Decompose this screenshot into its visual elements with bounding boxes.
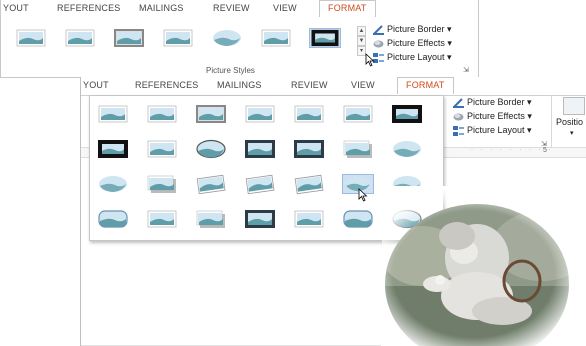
ribbon-tab-bar: YOUT REFERENCES MAILINGS REVIEW VIEW FOR… xyxy=(1,0,478,21)
picture-style-option[interactable] xyxy=(97,209,129,229)
gallery-scroll-up[interactable]: ▲ xyxy=(357,26,366,36)
picture-style-option[interactable] xyxy=(293,104,325,124)
picture-style-option[interactable] xyxy=(391,139,423,159)
picture-styles-label: Picture Styles xyxy=(206,66,255,75)
picture-style-option[interactable] xyxy=(162,28,194,48)
picture-effects-icon xyxy=(373,39,384,49)
picture-style-option[interactable] xyxy=(342,209,374,229)
dialog-launcher-icon[interactable]: ⇲ xyxy=(463,66,469,74)
tab-references[interactable]: REFERENCES xyxy=(135,80,199,90)
picture-style-option[interactable] xyxy=(97,104,129,124)
picture-style-option[interactable] xyxy=(146,139,178,159)
tab-view[interactable]: VIEW xyxy=(351,80,375,90)
picture-style-option[interactable] xyxy=(244,104,276,124)
picture-style-option[interactable] xyxy=(244,209,276,229)
picture-effects-button[interactable]: Picture Effects ▾ xyxy=(373,38,452,49)
picture-effects-label: Picture Effects xyxy=(467,111,525,121)
picture-style-option[interactable] xyxy=(293,209,325,229)
mouse-pointer-icon xyxy=(358,188,368,202)
tab-review[interactable]: REVIEW xyxy=(291,80,328,90)
picture-style-option[interactable] xyxy=(342,104,374,124)
picture-style-option[interactable] xyxy=(97,139,129,159)
picture-border-label: Picture Border xyxy=(387,24,445,34)
picture-style-option[interactable] xyxy=(113,28,145,48)
tab-layout[interactable]: YOUT xyxy=(3,3,29,13)
tab-format[interactable]: FORMAT xyxy=(397,77,454,94)
picture-effects-button-front[interactable]: Picture Effects ▾ xyxy=(453,111,532,122)
picture-border-button[interactable]: Picture Border ▾ xyxy=(373,24,452,35)
tab-format[interactable]: FORMAT xyxy=(319,0,376,17)
position-icon xyxy=(563,97,585,115)
picture-effects-label: Picture Effects xyxy=(387,38,445,48)
picture-style-option[interactable] xyxy=(195,139,227,159)
tab-layout[interactable]: YOUT xyxy=(83,80,109,90)
mouse-pointer-icon xyxy=(365,53,375,67)
picture-style-option[interactable] xyxy=(64,28,96,48)
picture-style-option[interactable] xyxy=(293,174,325,194)
group-divider xyxy=(551,95,552,147)
picture-style-option[interactable] xyxy=(309,28,341,48)
picture-style-option[interactable] xyxy=(15,28,47,48)
picture-layout-button-front[interactable]: Picture Layout ▾ xyxy=(453,125,532,136)
ribbon-window-back: YOUT REFERENCES MAILINGS REVIEW VIEW FOR… xyxy=(0,0,479,78)
picture-layout-label: Picture Layout xyxy=(467,125,525,135)
picture-style-option[interactable] xyxy=(146,174,178,194)
picture-border-icon xyxy=(373,24,384,35)
picture-style-option[interactable] xyxy=(260,28,292,48)
tab-mailings[interactable]: MAILINGS xyxy=(139,3,184,13)
tab-view[interactable]: VIEW xyxy=(273,3,297,13)
picture-style-option[interactable] xyxy=(391,104,423,124)
picture-style-option[interactable] xyxy=(244,139,276,159)
picture-style-option[interactable] xyxy=(195,104,227,124)
picture-style-option[interactable] xyxy=(342,139,374,159)
picture-styles-group: ▲ ▼ ▾ Picture Border ▾ Picture Effects ▾… xyxy=(1,20,478,77)
picture-style-option[interactable] xyxy=(195,174,227,194)
picture-style-option[interactable] xyxy=(146,104,178,124)
ruler-mark: 5 xyxy=(543,147,547,154)
picture-style-option[interactable] xyxy=(293,139,325,159)
tab-review[interactable]: REVIEW xyxy=(213,3,250,13)
picture-layout-button[interactable]: Picture Layout ▾ xyxy=(373,52,452,63)
cherub-statue-photo[interactable] xyxy=(382,186,586,346)
picture-layout-icon xyxy=(453,125,464,136)
picture-border-label: Picture Border xyxy=(467,97,525,107)
picture-style-option[interactable] xyxy=(97,174,129,194)
tab-mailings[interactable]: MAILINGS xyxy=(217,80,262,90)
ribbon-tab-bar-front: YOUT REFERENCES MAILINGS REVIEW VIEW FOR… xyxy=(81,77,586,96)
picture-style-option[interactable] xyxy=(211,28,243,48)
picture-style-option[interactable] xyxy=(195,209,227,229)
picture-style-option[interactable] xyxy=(244,174,276,194)
picture-style-option[interactable] xyxy=(146,209,178,229)
picture-effects-icon xyxy=(453,112,464,122)
picture-border-icon xyxy=(453,97,464,108)
ruler-ticks: · · · · · · · · · xyxy=(471,147,554,153)
picture-layout-label: Picture Layout xyxy=(387,52,445,62)
position-button[interactable]: Positio xyxy=(556,117,583,127)
picture-border-button-front[interactable]: Picture Border ▾ xyxy=(453,97,532,108)
tab-references[interactable]: REFERENCES xyxy=(57,3,121,13)
chevron-down-icon: ▾ xyxy=(570,130,574,137)
gallery-scroll-down[interactable]: ▼ xyxy=(357,36,366,46)
